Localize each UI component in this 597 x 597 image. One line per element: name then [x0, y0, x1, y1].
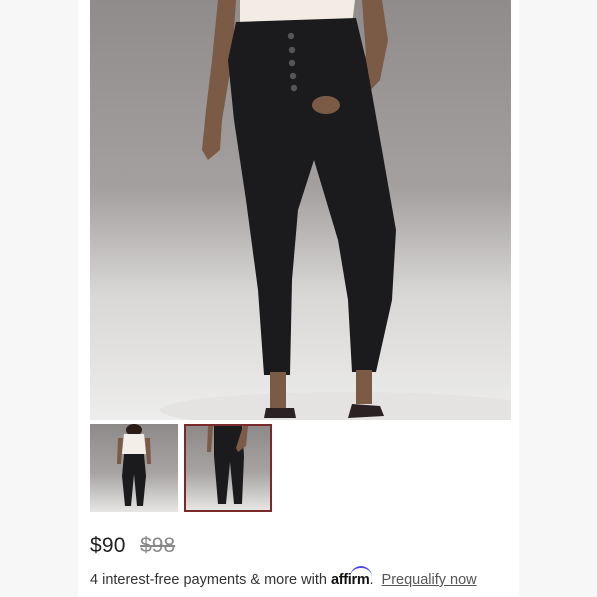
current-price: $90 — [90, 534, 126, 557]
thumbnail-2-selected[interactable] — [184, 424, 272, 512]
original-price: $98 — [140, 534, 176, 557]
thumbnail-strip — [90, 424, 350, 514]
affirm-arc-icon — [349, 566, 372, 578]
jeans-closeup-thumbnail-image — [207, 426, 248, 504]
financing-text: 4 interest-free payments & more with — [90, 572, 327, 588]
prequalify-link[interactable]: Prequalify now — [382, 572, 477, 588]
thumbnail-1[interactable] — [90, 424, 178, 512]
price-row: $90 $98 — [90, 534, 175, 564]
full-outfit-thumbnail-image — [117, 424, 151, 506]
affirm-logo: affirm — [331, 566, 372, 588]
jeans-model-illustration — [160, 0, 511, 420]
main-product-image[interactable] — [90, 0, 511, 420]
affirm-financing: 4 interest-free payments & more with aff… — [90, 566, 477, 588]
product-card: $90 $98 4 interest-free payments & more … — [78, 0, 519, 597]
